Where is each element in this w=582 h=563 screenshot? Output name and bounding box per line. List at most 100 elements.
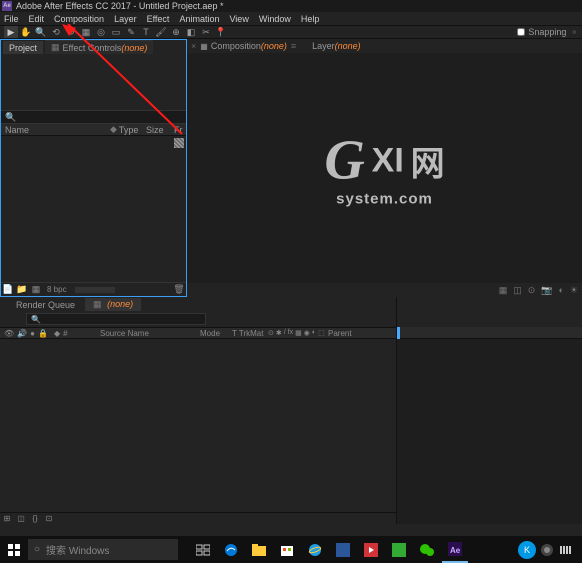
window-title: Adobe After Effects CC 2017 - Untitled P… [16,1,223,11]
toggle-inout-icon[interactable]: {} [28,514,42,524]
interpret-footage-icon[interactable]: 📄 [1,284,15,296]
col-trkmat[interactable]: T TrkMat [232,329,268,338]
grid-icon[interactable]: ▦ [499,285,508,296]
menu-window[interactable]: Window [259,14,291,24]
zoom-tool-icon[interactable]: 🔍 [34,26,48,38]
app-icon-1[interactable] [330,536,356,563]
menubar: File Edit Composition Layer Effect Anima… [0,12,582,25]
store-icon[interactable] [274,536,300,563]
motionblur-switch-icon: ◉ [304,329,310,337]
panbehind-tool-icon[interactable]: ◎ [94,26,108,38]
transparency-grid-icon [174,138,184,148]
tab-effect-controls[interactable]: ▦ Effect Controls (none) [45,40,153,54]
task-view-icon[interactable] [190,536,216,563]
rect-tool-icon[interactable]: ▭ [109,26,123,38]
tab-timeline-comp[interactable]: ▦ (none) [85,298,141,311]
av-cols: 👁 🔊 ● 🔒 [0,329,50,338]
lock-col-icon: 🔒 [38,329,48,338]
selection-tool-icon[interactable]: ▶ [4,26,18,38]
start-button[interactable] [0,536,28,563]
menu-composition[interactable]: Composition [54,14,104,24]
time-icon[interactable]: ⊙ [528,285,536,296]
system-tray: K [516,541,576,559]
app-icon-2[interactable] [386,536,412,563]
tray-icon-1[interactable]: K [518,541,536,559]
trash-icon[interactable]: 🗑 [172,284,186,296]
hand-tool-icon[interactable]: ✋ [19,26,33,38]
mask-icon[interactable]: ◫ [513,285,522,296]
menu-edit[interactable]: Edit [29,14,45,24]
shy-switch-icon: ⊙ [268,329,274,337]
eraser-tool-icon[interactable]: ◧ [184,26,198,38]
time-indicator[interactable] [397,327,400,339]
edge-icon[interactable] [218,536,244,563]
tab-layer[interactable]: Layer (none) [312,41,361,51]
file-explorer-icon[interactable] [246,536,272,563]
channel-icon[interactable]: ◐ [558,285,563,295]
new-comp-icon[interactable]: ▦ [29,284,43,296]
menu-animation[interactable]: Animation [179,14,219,24]
composition-viewer[interactable]: G XI 网 system.com [187,53,582,283]
taskbar-search[interactable]: ○ 搜索 Windows [28,539,178,560]
tray-icon-2[interactable] [538,541,556,559]
toggle-modes-icon[interactable]: ◫ [14,514,28,524]
timeline-search[interactable]: 🔍 [26,313,206,325]
time-ruler[interactable] [397,327,582,339]
watermark-g: G [324,129,364,193]
col-type[interactable]: ◆Type [110,124,146,135]
watermark: G XI 网 system.com [324,129,444,208]
timeline-time-area [396,297,582,524]
movies-icon[interactable] [358,536,384,563]
col-name[interactable]: Name [1,125,110,135]
rotate-tool-icon[interactable]: ↻ [64,26,78,38]
col-fr[interactable]: Fr [174,125,186,135]
col-parent[interactable]: Parent [328,329,368,338]
project-search-bar[interactable]: 🔍 [1,110,186,124]
menu-effect[interactable]: Effect [147,14,170,24]
project-panel: Project ▦ Effect Controls (none) 🔍 Name … [0,39,187,297]
camera-tool-icon[interactable]: ▦ [79,26,93,38]
collapse-switch-icon: ✱ [276,329,282,337]
wechat-icon[interactable] [414,536,440,563]
brush-tool-icon[interactable]: 🖌 [154,26,168,38]
layer-tab-prefix: Layer [312,41,335,51]
menu-view[interactable]: View [229,14,248,24]
orbit-tool-icon[interactable]: ⟲ [49,26,63,38]
adjustment-switch-icon: ◐ [312,329,316,337]
col-mode[interactable]: Mode [200,329,232,338]
toggle-switches-icon[interactable]: ⊞ [0,514,14,524]
menu-layer[interactable]: Layer [114,14,137,24]
snapping-label: Snapping [528,27,566,37]
col-source-name[interactable]: Source Name [100,329,200,338]
color-depth-label[interactable]: 8 bpc [47,285,67,294]
project-items-list[interactable] [1,136,186,282]
toggle-render-icon[interactable]: ⊡ [42,514,56,524]
menu-help[interactable]: Help [301,14,320,24]
timeline-time-header [397,297,582,327]
clone-tool-icon[interactable]: ⊕ [169,26,183,38]
project-columns-header: Name ◆Type Size Fr [1,124,186,136]
tray-icon-3[interactable] [558,541,576,559]
menu-file[interactable]: File [4,14,19,24]
snapping-chevron-icon[interactable]: ⚬ [570,27,578,38]
panel-menu-icon[interactable]: ≡ [291,41,296,51]
timeline-layer-list[interactable] [0,339,396,512]
snapping-checkbox[interactable] [517,28,525,36]
text-tool-icon[interactable]: T [139,26,153,38]
roto-tool-icon[interactable]: ✂ [199,26,213,38]
tab-project[interactable]: Project [3,41,43,54]
snapping-toggle[interactable]: Snapping ⚬ [517,27,578,38]
ie-icon[interactable] [302,536,328,563]
new-folder-icon[interactable]: 📁 [15,284,29,296]
puppet-tool-icon[interactable]: 📍 [214,26,228,38]
col-size[interactable]: Size [146,125,174,135]
tab-composition[interactable]: × ▦ Composition (none) ≡ [191,41,296,51]
after-effects-task-icon[interactable]: Ae [442,536,468,563]
exposure-icon[interactable]: ☀ [570,285,578,296]
project-scrollbar[interactable] [75,287,115,293]
tab-render-queue[interactable]: Render Queue [8,299,83,311]
search-icon: 🔍 [5,112,16,123]
snapshot-icon[interactable]: 📷 [541,285,552,296]
window-titlebar: Ae Adobe After Effects CC 2017 - Untitle… [0,0,582,12]
pen-tool-icon[interactable]: ✎ [124,26,138,38]
